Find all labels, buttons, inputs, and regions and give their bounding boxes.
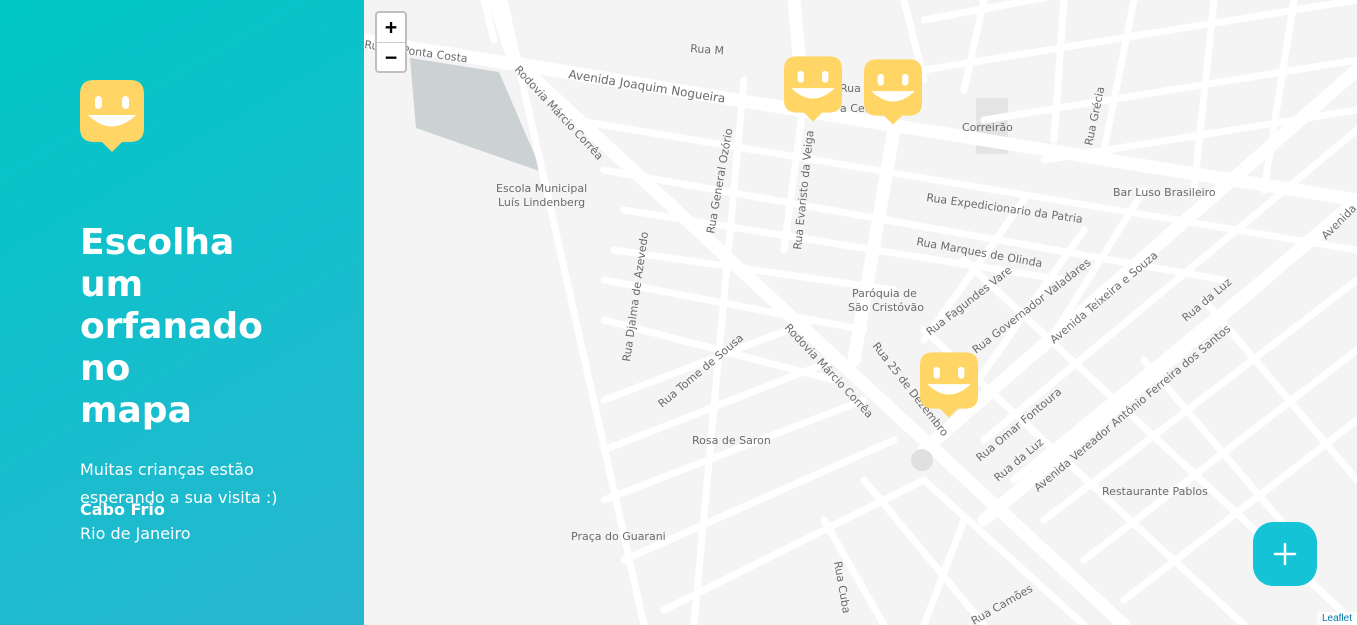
- orphanage-marker[interactable]: [784, 56, 842, 122]
- location-city: Cabo Frio: [80, 500, 165, 519]
- smile-marker-icon: [920, 352, 978, 418]
- map-label: Paróquia de: [852, 287, 917, 300]
- map-label: Rua M: [690, 42, 725, 57]
- create-orphanage-button[interactable]: [1253, 522, 1317, 586]
- smile-marker-icon: [864, 59, 922, 125]
- map[interactable]: Rua S. Ponta Costa Rua M Avenida Joaquim…: [364, 0, 1357, 625]
- zoom-control: + −: [375, 11, 407, 73]
- map-label: Escola Municipal: [496, 182, 587, 195]
- map-tiles[interactable]: Rua S. Ponta Costa Rua M Avenida Joaquim…: [364, 0, 1357, 625]
- orphanage-marker[interactable]: [920, 352, 978, 418]
- map-label: Correirão: [962, 121, 1013, 134]
- map-label: Luís Lindenberg: [498, 196, 585, 209]
- map-label: Restaurante Pablos: [1102, 485, 1208, 498]
- logo-icon: [80, 80, 144, 152]
- sidebar: Escolha um orfanado no mapa Muitas crian…: [0, 0, 364, 625]
- map-label: Bar Luso Brasileiro: [1113, 186, 1216, 199]
- smile-marker-icon: [784, 56, 842, 122]
- map-label: Praça do Guarani: [571, 530, 666, 543]
- map-label: São Cristóvão: [848, 301, 924, 314]
- map-label: Rosa de Saron: [692, 434, 771, 447]
- zoom-out-button[interactable]: −: [377, 43, 405, 71]
- page-title: Escolha um orfanado no mapa: [80, 222, 263, 431]
- plus-icon: [1273, 542, 1297, 566]
- map-attribution[interactable]: Leaflet: [1316, 612, 1357, 625]
- location-state: Rio de Janeiro: [80, 524, 191, 543]
- location: Cabo Frio Rio de Janeiro: [80, 498, 191, 546]
- orphanage-marker[interactable]: [864, 59, 922, 125]
- zoom-in-button[interactable]: +: [377, 13, 405, 43]
